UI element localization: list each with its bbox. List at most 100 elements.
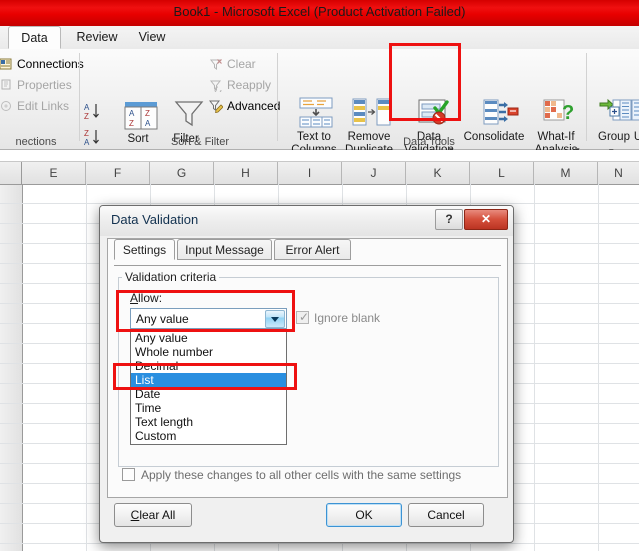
check-icon: ✓ (299, 310, 310, 324)
apply-all-checkbox[interactable] (122, 468, 135, 481)
window-title-bar: Book1 - Microsoft Excel (Product Activat… (0, 0, 639, 27)
data-validation-dialog[interactable]: Data Validation ? ✕ Settings Input Messa… (99, 205, 514, 543)
ok-button[interactable]: OK (326, 503, 402, 527)
column-header-M[interactable]: M (534, 162, 598, 184)
consolidate-label: Consolidate (463, 131, 525, 143)
chevron-down-glyph (271, 317, 279, 322)
list-option-text-length[interactable]: Text length (131, 415, 286, 429)
what-if-analysis-button[interactable]: ? What-If Analysis ▾ (528, 97, 584, 156)
grid-line-h (0, 543, 639, 544)
advanced-filter-label: Advanced (227, 99, 281, 113)
clear-filter-icon (209, 59, 222, 70)
list-option-list[interactable]: List (131, 373, 286, 387)
column-header-I[interactable]: I (278, 162, 342, 184)
edit-links-command: Edit Links (0, 96, 69, 116)
consolidate-button[interactable]: Consolidate (461, 97, 527, 143)
text-to-columns-label-1: Text to (297, 131, 331, 143)
group-label-sort-filter: Sort & Filter (170, 136, 230, 148)
dialog-tab-error-alert[interactable]: Error Alert (274, 239, 351, 260)
svg-text:Z: Z (129, 119, 134, 128)
list-option-custom[interactable]: Custom (131, 429, 286, 443)
sort-descending-icon[interactable]: Z A (82, 127, 108, 149)
ribbon-tab-data[interactable]: Data (8, 26, 61, 49)
dialog-title: Data Validation (111, 212, 199, 227)
properties-command: Properties (0, 75, 72, 95)
column-header-E[interactable]: E (22, 162, 86, 184)
list-option-date[interactable]: Date (131, 387, 286, 401)
dialog-title-bar: Data Validation ? ✕ (100, 206, 513, 236)
svg-text:Z: Z (84, 129, 89, 138)
help-button[interactable]: ? (435, 209, 463, 230)
sort-dialog-icon: A Z Z A (124, 102, 157, 130)
column-header-row: E F G H I J K L M N (0, 161, 639, 185)
ribbon: Connections Properties Edit Links nectio… (0, 43, 639, 156)
ribbon-group-separator-2 (277, 53, 278, 141)
consolidate-icon (483, 99, 518, 125)
allow-dropdown-list[interactable]: Any value Whole number Decimal List Date… (130, 329, 287, 445)
group-label-data-tools: Data Tools (403, 136, 455, 148)
svg-text:A: A (129, 109, 135, 118)
edit-links-label: Edit Links (17, 99, 70, 113)
allow-label: Allow: (130, 291, 162, 305)
text-to-columns-icon (299, 97, 333, 128)
filter-button[interactable]: Filter (163, 97, 209, 145)
dialog-tab-settings[interactable]: Settings (114, 239, 175, 260)
ribbon-tab-view[interactable]: View (130, 26, 174, 49)
ignore-blank-label: Ignore blank (314, 311, 381, 325)
validation-criteria-caption: Validation criteria (122, 270, 220, 284)
column-header-N[interactable]: N (598, 162, 639, 184)
ribbon-group-separator-3 (586, 53, 587, 141)
text-to-columns-button[interactable]: Text to Columns (288, 97, 340, 156)
column-header-F[interactable]: F (86, 162, 150, 184)
list-option-decimal[interactable]: Decimal (131, 359, 286, 373)
ungroup-button[interactable]: U (630, 97, 639, 143)
chevron-down-icon-dropdown[interactable] (265, 310, 285, 328)
connections-label: Connections (17, 57, 84, 71)
remove-duplicates-button[interactable]: Remove Duplicate (341, 97, 397, 156)
edit-links-icon (1, 101, 11, 111)
sort-ascending-icon[interactable]: A Z (82, 101, 108, 123)
dialog-tab-underline (114, 265, 501, 266)
clear-filter-label: Clear (227, 57, 256, 71)
cancel-button[interactable]: Cancel (408, 503, 484, 527)
group-icon (599, 98, 632, 121)
ungroup-button-label: U (633, 131, 639, 143)
advanced-filter-command[interactable]: Advanced (208, 96, 280, 116)
column-header-G[interactable]: G (150, 162, 214, 184)
column-header-H[interactable]: H (214, 162, 278, 184)
svg-text:A: A (84, 138, 90, 147)
properties-icon (1, 79, 11, 90)
reapply-filter-icon (209, 80, 222, 92)
advanced-filter-icon (209, 100, 223, 113)
grid-line-h (0, 203, 639, 204)
properties-label: Properties (17, 78, 72, 92)
list-option-whole-number[interactable]: Whole number (131, 345, 286, 359)
column-header-L[interactable]: L (470, 162, 534, 184)
ribbon-tab-review[interactable]: Review (68, 26, 126, 49)
list-option-time[interactable]: Time (131, 401, 286, 415)
ribbon-group-separator (79, 53, 80, 141)
dialog-body: Settings Input Message Error Alert Valid… (107, 238, 508, 498)
column-header-J[interactable]: J (342, 162, 406, 184)
list-option-any-value[interactable]: Any value (131, 331, 286, 345)
connections-command[interactable]: Connections (0, 54, 84, 74)
what-if-analysis-icon: ? (543, 99, 574, 124)
allow-label-rest: llow: (138, 291, 163, 305)
svg-text:A: A (84, 103, 90, 112)
reapply-filter-label: Reapply (227, 78, 272, 92)
svg-text:A: A (145, 119, 151, 128)
allow-dropdown[interactable]: Any value (130, 308, 287, 329)
sort-button[interactable]: A Z Z A Sort (116, 101, 160, 145)
select-all-corner[interactable] (0, 162, 22, 184)
funnel-icon (174, 101, 204, 127)
data-validation-button[interactable]: Data Validation ▾ (398, 97, 460, 156)
clear-all-button[interactable]: Clear All (114, 503, 192, 527)
allow-label-accesskey: A (130, 291, 139, 305)
dialog-tab-input-message[interactable]: Input Message (177, 239, 272, 260)
ignore-blank-checkbox[interactable]: ✓ (296, 311, 309, 324)
apply-all-label: Apply these changes to all other cells w… (141, 468, 462, 482)
close-button[interactable]: ✕ (464, 209, 508, 230)
column-header-K[interactable]: K (406, 162, 470, 184)
row-header-stub (0, 161, 23, 551)
svg-text:?: ? (562, 102, 574, 124)
